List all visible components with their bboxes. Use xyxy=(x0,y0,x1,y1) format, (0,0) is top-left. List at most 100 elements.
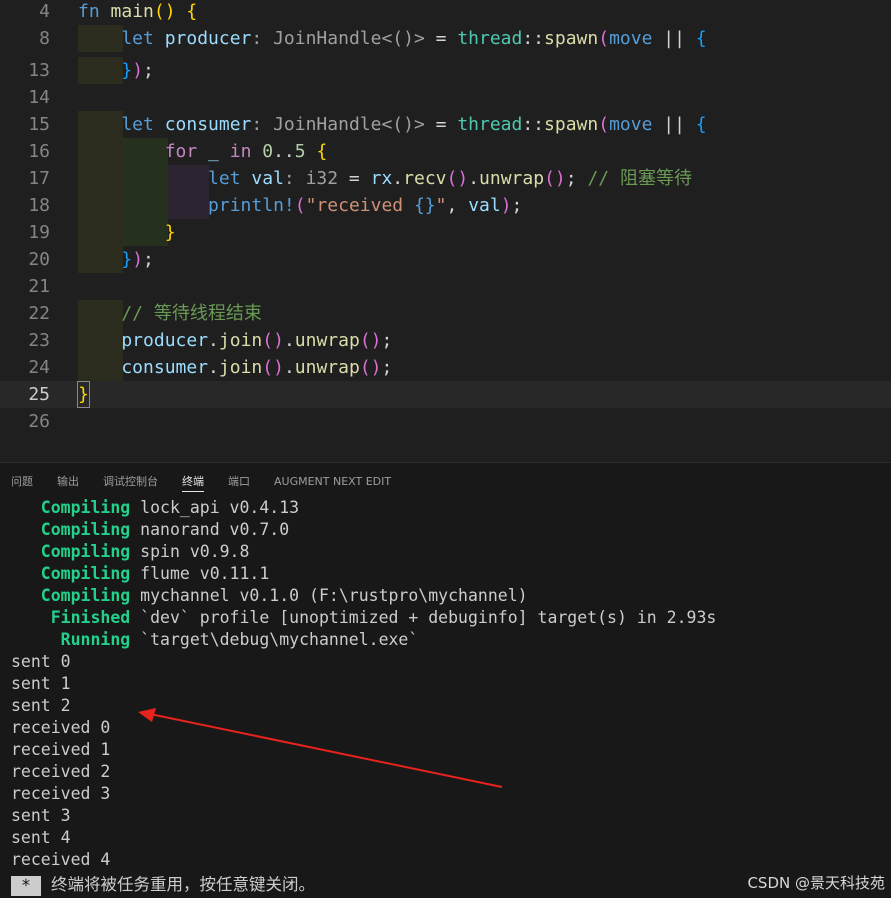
tab-problems[interactable]: 问题 xyxy=(11,473,33,491)
code-text: } xyxy=(78,219,176,246)
terminal-reuse-notice: * 终端将被任务重用，按任意键关闭。 xyxy=(11,873,315,897)
code-token: spawn xyxy=(544,114,599,135)
code-token: { xyxy=(695,28,707,49)
terminal-line-text: sent 4 xyxy=(11,828,71,847)
cargo-status-label: Finished xyxy=(11,608,131,627)
line-number: 4 xyxy=(39,1,50,22)
code-token: move xyxy=(609,28,664,49)
terminal-line: sent 3 xyxy=(11,805,881,827)
code-token: () xyxy=(359,330,382,351)
code-token: { xyxy=(695,114,707,135)
code-token: () xyxy=(446,168,469,189)
code-token: () xyxy=(262,330,284,351)
tab-output[interactable]: 输出 xyxy=(57,473,79,491)
code-line[interactable]: 20 }); xyxy=(0,246,891,273)
code-line[interactable]: 22 // 等待线程结束 xyxy=(0,300,891,327)
tab-augment-next-edit[interactable]: AUGMENT NEXT EDIT xyxy=(274,473,391,491)
code-editor[interactable]: 4 fn main () {8 let producer: JoinHandle<(… xyxy=(0,0,891,462)
terminal-line-text: received 0 xyxy=(11,718,111,737)
code-line[interactable]: 21 xyxy=(0,273,891,300)
code-token: } xyxy=(78,384,89,405)
code-line[interactable]: 25} xyxy=(0,381,891,408)
cargo-status-label: Compiling xyxy=(11,586,131,605)
terminal-line-text: received 3 xyxy=(11,784,111,803)
code-token: recv xyxy=(403,168,447,189)
terminal-line: Compiling mychannel v0.1.0 (F:\rustpro\m… xyxy=(11,585,881,607)
code-token: ( xyxy=(598,28,610,49)
code-token: producer xyxy=(78,330,209,351)
terminal-line-text: `dev` profile [unoptimized + debuginfo] … xyxy=(130,608,717,627)
code-line[interactable]: 18 println!("received {}", val); xyxy=(0,192,891,219)
terminal-line: sent 2 xyxy=(11,695,881,717)
terminal-line: received 3 xyxy=(11,783,881,805)
code-text: }); xyxy=(78,246,154,273)
notice-star-badge: * xyxy=(11,875,41,896)
code-text: producer.join().unwrap(); xyxy=(78,327,392,354)
code-token: ; xyxy=(381,357,393,378)
code-line[interactable]: 26 xyxy=(0,408,891,435)
code-line[interactable]: 24 consumer.join().unwrap(); xyxy=(0,354,891,381)
code-token: = xyxy=(424,28,458,49)
code-token: ( xyxy=(598,114,610,135)
code-line[interactable]: 15 let consumer: JoinHandle<()> = thread… xyxy=(0,111,891,138)
cargo-status-label: Compiling xyxy=(11,520,131,539)
code-token: main xyxy=(110,1,154,22)
terminal-line-text: received 1 xyxy=(11,740,111,759)
code-token: fn xyxy=(78,1,111,22)
watermark-text: CSDN @景天科技苑 xyxy=(747,874,885,892)
terminal-line-text: mychannel v0.1.0 (F:\rustpro\mychannel) xyxy=(130,586,528,605)
line-number: 15 xyxy=(28,114,50,135)
code-token: . xyxy=(208,357,219,378)
code-token: , xyxy=(446,195,469,216)
tab-ports[interactable]: 端口 xyxy=(228,473,250,491)
code-token: thread xyxy=(457,28,523,49)
code-token: consumer xyxy=(164,114,252,135)
code-token: 5 xyxy=(294,141,317,162)
code-token: _ xyxy=(208,141,230,162)
cargo-status-label: Running xyxy=(11,630,131,649)
code-line[interactable]: 23 producer.join().unwrap(); xyxy=(0,327,891,354)
code-text: } xyxy=(78,381,89,408)
code-token: . xyxy=(283,330,295,351)
code-token: unwrap xyxy=(479,168,545,189)
code-token: ; xyxy=(381,330,393,351)
notice-text: 终端将被任务重用，按任意键关闭。 xyxy=(51,875,315,894)
code-token: rx xyxy=(370,168,393,189)
line-number: 24 xyxy=(28,357,50,378)
cargo-status-label: Compiling xyxy=(11,542,131,561)
terminal-output[interactable]: Compiling lock_api v0.4.13 Compiling nan… xyxy=(11,497,881,869)
terminal-line-text: received 2 xyxy=(11,762,111,781)
code-line[interactable]: 19 } xyxy=(0,219,891,246)
code-token: } xyxy=(78,249,133,270)
cargo-status-label: Compiling xyxy=(11,564,131,583)
code-text: let producer: JoinHandle<()> = thread::s… xyxy=(78,25,707,52)
code-line[interactable]: 8 let producer: JoinHandle<()> = thread:… xyxy=(0,25,891,52)
tab-terminal[interactable]: 终端 xyxy=(182,473,204,492)
code-token: . xyxy=(208,330,219,351)
terminal-line: Compiling spin v0.9.8 xyxy=(11,541,881,563)
code-line[interactable]: 17 let val: i32 = rx.recv().unwrap(); //… xyxy=(0,165,891,192)
code-line[interactable]: 16 for _ in 0..5 { xyxy=(0,138,891,165)
code-token: () xyxy=(544,168,566,189)
code-line[interactable]: 4 fn main() { xyxy=(0,0,891,25)
line-number: 18 xyxy=(28,195,50,216)
code-text: // 等待线程结束 xyxy=(78,300,262,327)
code-text: println!("received {}", val); xyxy=(78,192,522,219)
code-token: join xyxy=(218,330,263,351)
code-line[interactable]: 13 }); xyxy=(0,57,891,84)
terminal-line: Finished `dev` profile [unoptimized + de… xyxy=(11,607,881,629)
code-token: .. xyxy=(273,141,295,162)
terminal-line: sent 1 xyxy=(11,673,881,695)
terminal-line: sent 4 xyxy=(11,827,881,849)
code-token: :: xyxy=(522,114,545,135)
code-token: ; xyxy=(511,195,523,216)
code-token: println! xyxy=(78,195,295,216)
code-token: consumer xyxy=(78,357,209,378)
code-token: // 等待线程结束 xyxy=(78,303,262,324)
terminal-line-text: lock_api v0.4.13 xyxy=(130,498,300,517)
code-line[interactable]: 14 xyxy=(0,84,891,111)
tab-debug-console[interactable]: 调试控制台 xyxy=(103,473,158,491)
line-number: 17 xyxy=(28,168,50,189)
terminal-line-text: sent 1 xyxy=(11,674,71,693)
code-token: unwrap xyxy=(294,357,360,378)
